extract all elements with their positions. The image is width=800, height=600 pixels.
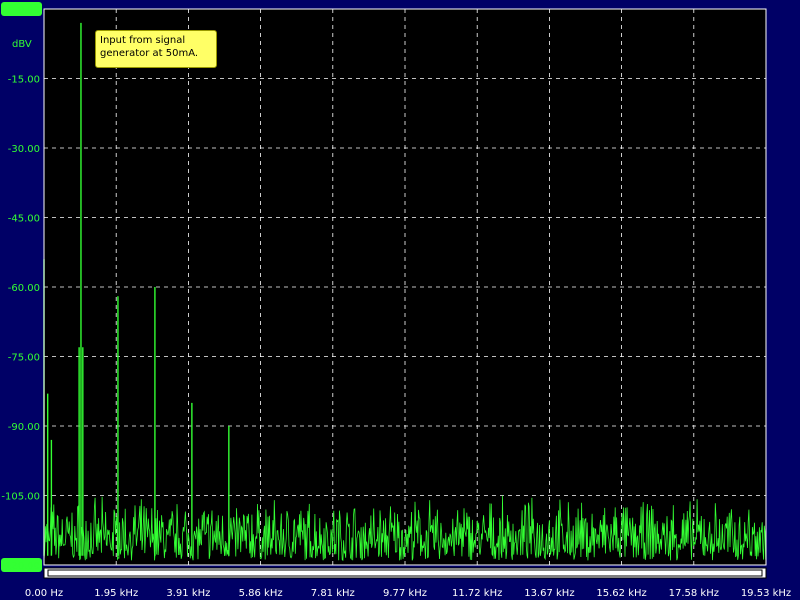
y-tick-label: -30.00: [8, 144, 40, 155]
y-axis-label: dBV: [12, 39, 32, 50]
x-tick-label: 17.58 kHz: [669, 588, 719, 599]
y-tick-label: -105.00: [1, 492, 40, 503]
spectrum-chart: 0.00 -15.00 -30.00 -45.00 -60.00 -75.00 -90.00…: [1, 2, 791, 599]
x-tick-label: 15.62 kHz: [596, 588, 646, 599]
y-tick-label: 0.00: [18, 5, 40, 16]
annotation-note: Input from signal generator at 50mA.: [95, 30, 217, 68]
y-tick-label: -45.00: [8, 214, 40, 225]
y-tick-label: -75.00: [8, 353, 40, 364]
x-tick-label: 9.77 kHz: [383, 588, 427, 599]
y-tick-label: -15.00: [8, 75, 40, 86]
y-tick-label: -120.00: [1, 561, 40, 572]
x-tick-label: 0.00 Hz: [25, 588, 63, 599]
x-tick-label: 19.53 kHz: [741, 588, 791, 599]
scrollbar-thumb[interactable]: [47, 569, 763, 577]
y-tick-label: -60.00: [8, 283, 40, 294]
x-tick-label: 1.95 kHz: [94, 588, 138, 599]
x-tick-label: 3.91 kHz: [166, 588, 210, 599]
x-tick-label: 5.86 kHz: [239, 588, 283, 599]
x-tick-label: 7.81 kHz: [311, 588, 355, 599]
x-tick-labels: 0.00 Hz 1.95 kHz 3.91 kHz 5.86 kHz 7.81 kHz 9…: [25, 588, 791, 599]
x-tick-label: 13.67 kHz: [524, 588, 574, 599]
y-tick-labels: 0.00 -15.00 -30.00 -45.00 -60.00 -75.00 -90.00…: [1, 2, 42, 572]
x-tick-label: 11.72 kHz: [452, 588, 502, 599]
y-tick-label: -90.00: [8, 422, 40, 433]
